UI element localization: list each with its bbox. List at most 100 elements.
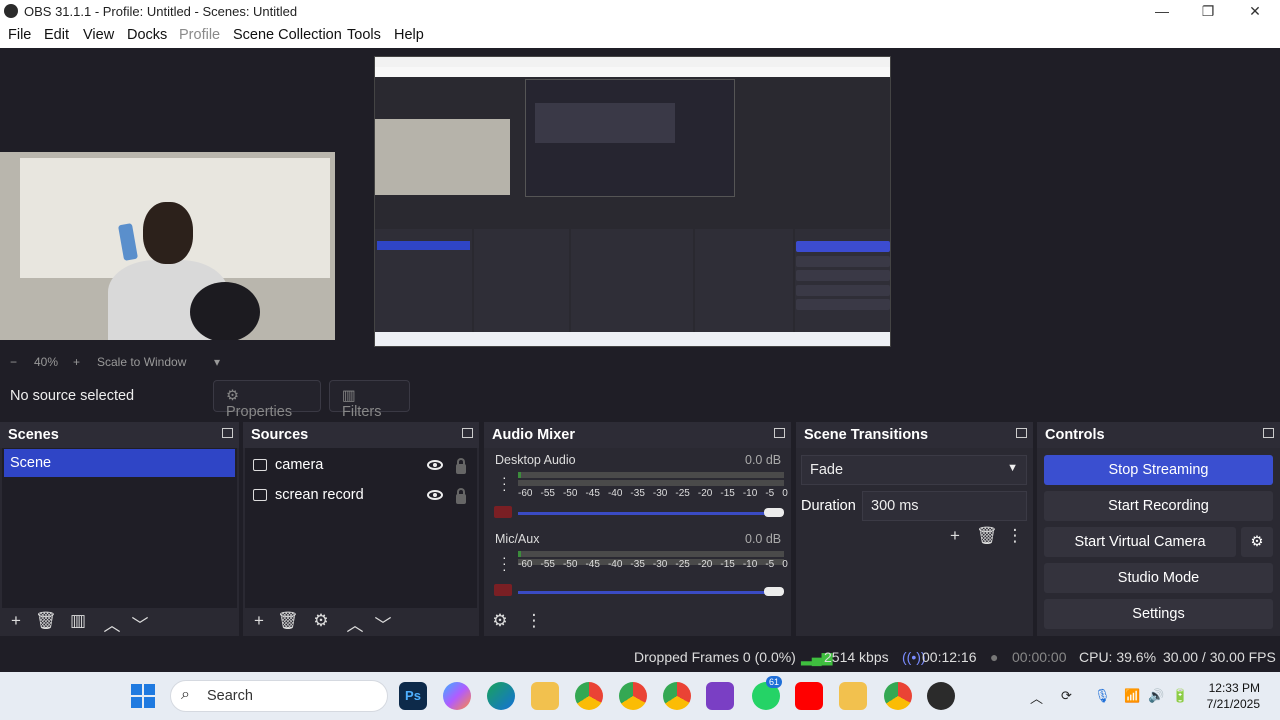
zoom-in-button[interactable]: +: [73, 355, 80, 369]
close-button[interactable]: ✕: [1232, 0, 1278, 23]
chrome-profile-2-app-icon[interactable]: [619, 682, 647, 710]
remove-source-icon[interactable]: 🗑: [277, 611, 299, 631]
photoshop-app-icon[interactable]: Ps: [399, 682, 427, 710]
add-transition-icon[interactable]: +: [945, 526, 965, 546]
source-properties-icon[interactable]: ⚙: [311, 611, 331, 631]
edge-app-icon[interactable]: [487, 682, 515, 710]
chrome-profile-3-app-icon[interactable]: [663, 682, 691, 710]
db-tick: -30: [652, 488, 668, 499]
move-down-icon[interactable]: ﹀: [373, 611, 393, 636]
battery-icon[interactable]: 🔋: [1172, 688, 1188, 704]
sync-icon[interactable]: ⟳: [1061, 688, 1072, 704]
channel-name: Desktop Audio: [495, 453, 576, 467]
menu-bar: File Edit View Docks Profile Scene Colle…: [0, 23, 1280, 48]
mute-mic-icon[interactable]: [494, 584, 512, 596]
float-dock-icon[interactable]: [222, 428, 233, 438]
level-meter: [518, 551, 784, 557]
studio-mode-button[interactable]: Studio Mode: [1044, 563, 1273, 593]
add-scene-icon[interactable]: +: [6, 611, 26, 631]
db-scale: -60 -55 -50 -45 -40 -35 -30 -25 -20 -15 -10 -5 0: [518, 488, 788, 499]
maximize-button[interactable]: ❐: [1185, 0, 1231, 23]
db-tick: -45: [585, 488, 600, 499]
properties-button[interactable]: ⚙ Properties: [213, 380, 321, 420]
start-recording-button[interactable]: Start Recording: [1044, 491, 1273, 521]
file-explorer-app-icon[interactable]: [531, 682, 559, 710]
chrome-profile-4-app-icon[interactable]: [884, 682, 912, 710]
level-meter: [518, 480, 784, 486]
channel-menu-icon[interactable]: · · ·: [502, 470, 507, 496]
nested-title-bar: [375, 57, 890, 67]
start-virtual-camera-button[interactable]: Start Virtual Camera: [1044, 527, 1236, 557]
remove-scene-icon[interactable]: 🗑: [35, 611, 57, 631]
move-up-icon[interactable]: ︿: [102, 611, 122, 636]
scene-item[interactable]: Scene: [4, 449, 235, 477]
stop-streaming-button[interactable]: Stop Streaming: [1044, 455, 1273, 485]
channel-menu-icon[interactable]: · · ·: [502, 550, 507, 576]
menu-edit[interactable]: Edit: [44, 27, 69, 43]
float-dock-icon[interactable]: [1263, 428, 1274, 438]
minimize-button[interactable]: —: [1139, 0, 1185, 23]
microphone-icon[interactable]: 🎙: [1094, 688, 1111, 704]
volume-slider-thumb[interactable]: [764, 508, 784, 517]
db-tick: -40: [607, 488, 623, 499]
lock-icon[interactable]: [456, 488, 466, 504]
volume-slider[interactable]: [518, 591, 774, 594]
wifi-icon[interactable]: 📶: [1124, 688, 1140, 704]
status-bar: Dropped Frames 0 (0.0%) ▂▄▆ 2514 kbps ((…: [0, 642, 1280, 672]
search-placeholder: Search: [207, 688, 253, 704]
volume-icon[interactable]: 🔊: [1148, 688, 1164, 704]
float-dock-icon[interactable]: [774, 428, 785, 438]
volume-slider-thumb[interactable]: [764, 587, 784, 596]
system-clock[interactable]: 12:33 PM 7/21/2025: [1207, 680, 1260, 712]
source-toolbar: No source selected ⚙ Properties ▥ Filter…: [0, 376, 1280, 420]
folder-app-icon[interactable]: [839, 682, 867, 710]
menu-docks[interactable]: Docks: [127, 27, 167, 43]
menu-view[interactable]: View: [83, 27, 114, 43]
source-row-camera[interactable]: camera: [253, 457, 323, 473]
menu-profile[interactable]: Profile: [179, 27, 220, 43]
no-source-label: No source selected: [10, 388, 135, 404]
zoom-out-button[interactable]: −: [10, 355, 17, 369]
mixer-menu-icon[interactable]: ⋮: [524, 611, 544, 631]
menu-tools[interactable]: Tools: [347, 27, 381, 43]
whatsapp-app-icon[interactable]: 61: [752, 676, 783, 710]
menu-help[interactable]: Help: [394, 27, 424, 43]
visual-studio-app-icon[interactable]: [706, 682, 734, 710]
scale-mode-select[interactable]: Scale to Window: [97, 355, 186, 369]
menu-scene-collection[interactable]: Scene Collection: [233, 27, 342, 43]
show-hidden-icons-chevron-icon[interactable]: ︿: [1030, 688, 1043, 707]
filters-button[interactable]: ▥ Filters: [329, 380, 410, 420]
transition-select[interactable]: Fade ▼: [801, 455, 1027, 485]
db-tick: -35: [630, 488, 645, 499]
obs-app-icon[interactable]: [927, 682, 955, 710]
menu-file[interactable]: File: [8, 27, 31, 43]
add-source-icon[interactable]: +: [249, 611, 269, 631]
taskbar-search-input[interactable]: ⌕ Search: [170, 680, 388, 712]
float-dock-icon[interactable]: [462, 428, 473, 438]
duration-spinbox[interactable]: 300 ms: [862, 491, 1027, 521]
youtube-app-icon[interactable]: [795, 682, 823, 710]
source-row-screen-record[interactable]: screan record: [253, 487, 364, 503]
settings-button[interactable]: Settings: [1044, 599, 1273, 629]
chrome-profile-1-app-icon[interactable]: [575, 682, 603, 710]
visibility-eye-icon[interactable]: [427, 490, 443, 500]
advanced-audio-gear-icon[interactable]: ⚙: [490, 611, 510, 631]
windows-start-icon[interactable]: [131, 684, 155, 708]
mute-speaker-icon[interactable]: [494, 506, 512, 518]
windows-taskbar: ⌕ Search Ps 61 ︿ ⟳ 🎙 📶 🔊 🔋 12:33 PM 7/21…: [0, 672, 1280, 720]
copilot-app-icon[interactable]: [443, 682, 471, 710]
move-up-icon[interactable]: ︿: [345, 611, 365, 636]
lock-icon[interactable]: [456, 458, 466, 474]
camera-source-preview[interactable]: [0, 152, 335, 340]
transition-menu-icon[interactable]: ⋮: [1005, 526, 1025, 546]
virtual-camera-gear-icon[interactable]: ⚙: [1241, 527, 1273, 557]
scene-filters-icon[interactable]: ▥: [68, 611, 88, 631]
move-down-icon[interactable]: ﹀: [130, 611, 150, 636]
scale-mode-caret-icon[interactable]: ▾: [214, 355, 220, 369]
db-scale: -60 -55 -50 -45 -40 -35 -30 -25 -20 -15 -10 -5 0: [518, 559, 788, 570]
volume-slider[interactable]: [518, 512, 774, 515]
float-dock-icon[interactable]: [1016, 428, 1027, 438]
remove-transition-icon[interactable]: 🗑: [976, 526, 998, 546]
visibility-eye-icon[interactable]: [427, 460, 443, 470]
screen-record-source-preview[interactable]: [374, 56, 891, 347]
